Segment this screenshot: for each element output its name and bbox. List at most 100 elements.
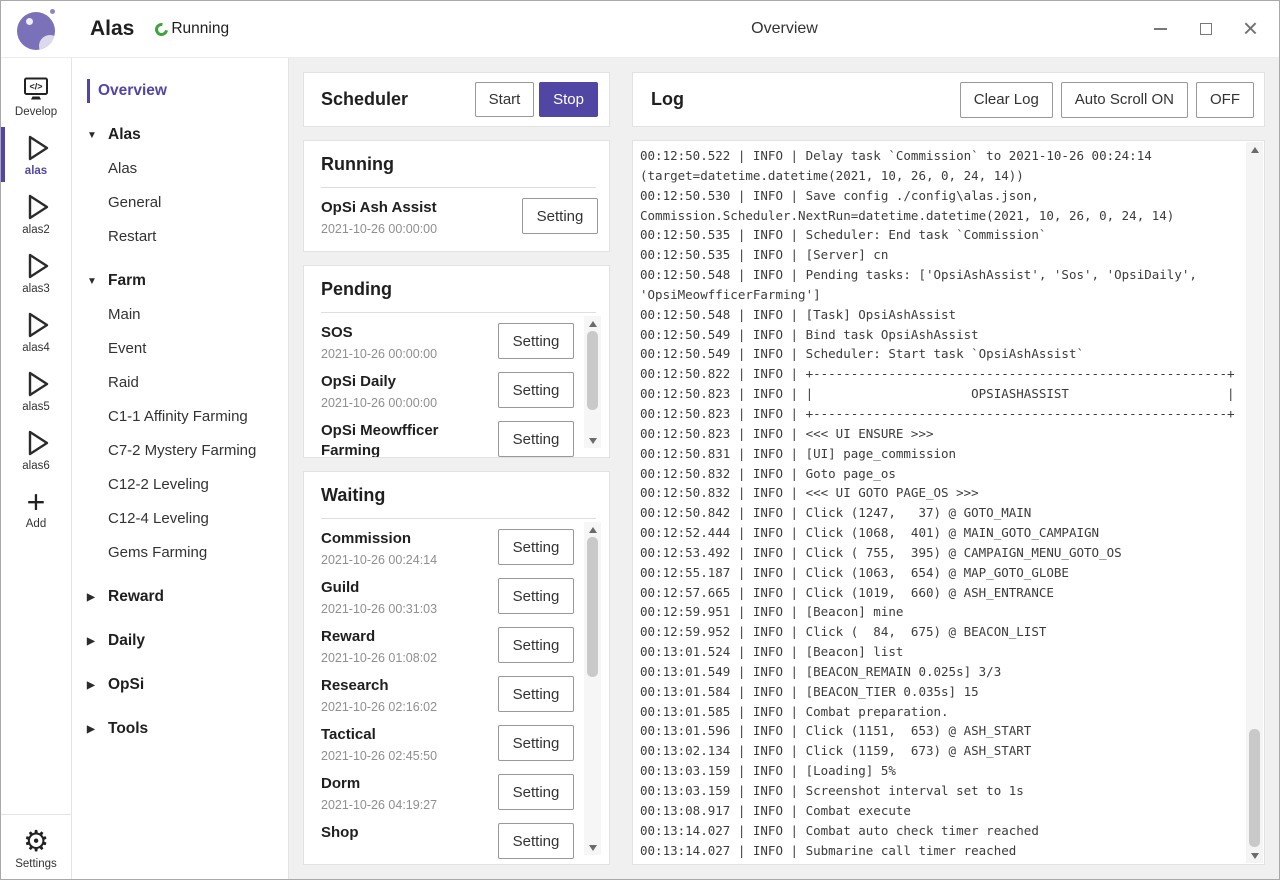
- scroll-up-arrow-icon[interactable]: [584, 316, 601, 331]
- task-setting-button[interactable]: Setting: [522, 198, 598, 234]
- nav-section-label: Alas: [108, 126, 141, 144]
- nav-item-main[interactable]: Main: [72, 298, 288, 332]
- nav-section-tools[interactable]: ▶Tools: [72, 712, 288, 746]
- task-row: OpSi Meowfficer FarmingSetting: [321, 411, 574, 458]
- maximize-button[interactable]: [1183, 1, 1228, 57]
- running-title: Running: [321, 154, 596, 188]
- scrollbar-thumb[interactable]: [587, 537, 598, 677]
- task-setting-button[interactable]: Setting: [498, 676, 574, 712]
- start-button[interactable]: Start: [475, 82, 534, 117]
- task-setting-button[interactable]: Setting: [498, 774, 574, 810]
- waiting-scrollbar[interactable]: [584, 522, 601, 855]
- scroll-up-arrow-icon[interactable]: [1246, 142, 1263, 157]
- scrollbar-thumb[interactable]: [587, 331, 598, 410]
- play-icon: [20, 427, 52, 459]
- rail-instance-label: alas6: [22, 460, 50, 472]
- stop-button[interactable]: Stop: [539, 82, 598, 117]
- play-icon: [20, 368, 52, 400]
- rail-instance-alas5[interactable]: alas5: [1, 361, 71, 420]
- task-name: Commission: [321, 529, 490, 549]
- rail-instance-alas6[interactable]: alas6: [1, 420, 71, 479]
- scroll-down-arrow-icon[interactable]: [584, 840, 601, 855]
- rail-instance-alas[interactable]: alas: [1, 125, 71, 184]
- rail-instance-label: alas: [25, 165, 47, 177]
- task-setting-button[interactable]: Setting: [498, 725, 574, 761]
- instance-rail: </> Develop alas alas2 alas3 alas4 alas5 alas…: [1, 58, 72, 879]
- rail-develop[interactable]: </> Develop: [1, 66, 71, 125]
- task-time: 2021-10-26 00:24:14: [321, 553, 490, 568]
- rail-settings-button[interactable]: ⚙ Settings: [1, 815, 71, 879]
- scheduler-status: Running: [155, 20, 229, 38]
- task-info: Commission 2021-10-26 00:24:14: [321, 529, 498, 568]
- waiting-title: Waiting: [321, 485, 596, 519]
- rail-instance-alas3[interactable]: alas3: [1, 243, 71, 302]
- task-name: Shop: [321, 823, 490, 843]
- task-name: Dorm: [321, 774, 490, 794]
- window-controls: ×: [1138, 1, 1273, 57]
- clear-log-button[interactable]: Clear Log: [960, 82, 1053, 118]
- task-setting-button[interactable]: Setting: [498, 529, 574, 565]
- task-setting-button[interactable]: Setting: [498, 578, 574, 614]
- task-row: OpSi Ash Assist2021-10-26 00:00:00Settin…: [321, 188, 598, 237]
- develop-icon: </>: [20, 73, 52, 105]
- rail-instance-alas4[interactable]: alas4: [1, 302, 71, 361]
- close-button[interactable]: ×: [1228, 1, 1273, 57]
- nav-item-raid[interactable]: Raid: [72, 366, 288, 400]
- play-icon: [20, 132, 52, 164]
- nav-section-opsi[interactable]: ▶OpSi: [72, 668, 288, 702]
- scroll-up-arrow-icon[interactable]: [584, 522, 601, 537]
- play-icon: [20, 309, 52, 341]
- nav-section-daily[interactable]: ▶Daily: [72, 624, 288, 658]
- nav-item-restart[interactable]: Restart: [72, 220, 288, 254]
- task-time: 2021-10-26 00:31:03: [321, 602, 490, 617]
- task-row: SOS2021-10-26 00:00:00Setting: [321, 313, 574, 362]
- rail-settings-label: Settings: [15, 858, 57, 870]
- nav-section-label: Daily: [108, 632, 145, 650]
- app-window: Alas Running Overview × </> Develop alas…: [0, 0, 1280, 880]
- minimize-button[interactable]: [1138, 1, 1183, 57]
- nav-section-reward[interactable]: ▶Reward: [72, 580, 288, 614]
- nav-item-event[interactable]: Event: [72, 332, 288, 366]
- autoscroll-on-button[interactable]: Auto Scroll ON: [1061, 82, 1188, 118]
- svg-text:</>: </>: [29, 82, 42, 92]
- nav-item-c12-2-leveling[interactable]: C12-2 Leveling: [72, 468, 288, 502]
- task-setting-button[interactable]: Setting: [498, 421, 574, 457]
- task-setting-button[interactable]: Setting: [498, 823, 574, 859]
- task-setting-button[interactable]: Setting: [498, 627, 574, 663]
- nav-item-gems-farming[interactable]: Gems Farming: [72, 536, 288, 570]
- nav-section-label: OpSi: [108, 676, 144, 694]
- log-scrollbar[interactable]: [1246, 142, 1263, 863]
- task-setting-button[interactable]: Setting: [498, 372, 574, 408]
- nav-item-overview[interactable]: Overview: [72, 74, 288, 108]
- minimize-icon: [1154, 28, 1167, 30]
- nav-section-farm[interactable]: ▼Farm: [72, 264, 288, 298]
- play-icon: [20, 191, 52, 223]
- nav-item-c12-4-leveling[interactable]: C12-4 Leveling: [72, 502, 288, 536]
- scrollbar-thumb[interactable]: [1249, 729, 1260, 847]
- app-title: Alas: [90, 17, 134, 41]
- nav-item-alas[interactable]: Alas: [72, 152, 288, 186]
- task-row: Guild2021-10-26 00:31:03Setting: [321, 568, 574, 617]
- rail-instance-alas2[interactable]: alas2: [1, 184, 71, 243]
- nav-section-alas[interactable]: ▼Alas: [72, 118, 288, 152]
- task-name: OpSi Ash Assist: [321, 198, 514, 218]
- task-time: 2021-10-26 02:16:02: [321, 700, 490, 715]
- task-info: Reward2021-10-26 01:08:02: [321, 627, 498, 666]
- task-time: 2021-10-26 01:08:02: [321, 651, 490, 666]
- rail-instance-label: alas3: [22, 283, 50, 295]
- scroll-down-arrow-icon[interactable]: [584, 433, 601, 448]
- nav-section-label: Reward: [108, 588, 164, 606]
- pending-scrollbar[interactable]: [584, 316, 601, 448]
- nav-item-c1-1-affinity-farming[interactable]: C1-1 Affinity Farming: [72, 400, 288, 434]
- autoscroll-off-button[interactable]: OFF: [1196, 82, 1254, 118]
- rail-add-button[interactable]: + Add: [1, 479, 71, 538]
- rail-develop-label: Develop: [15, 106, 57, 118]
- log-output: 00:12:50.522 | INFO | Delay task `Commis…: [640, 146, 1238, 860]
- scroll-down-arrow-icon[interactable]: [1246, 848, 1263, 863]
- task-setting-button[interactable]: Setting: [498, 323, 574, 359]
- rail-instance-label: alas4: [22, 342, 50, 354]
- nav-item-general[interactable]: General: [72, 186, 288, 220]
- pending-title: Pending: [321, 279, 596, 313]
- nav-item-c7-2-mystery-farming[interactable]: C7-2 Mystery Farming: [72, 434, 288, 468]
- task-row: Shop Setting: [321, 813, 574, 859]
